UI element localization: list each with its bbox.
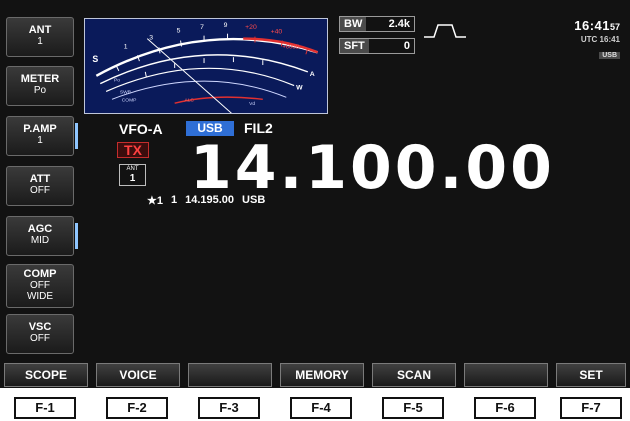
meter-tick-40: +40	[271, 29, 283, 36]
bw-label: BW	[340, 17, 367, 31]
vsc-key-value: OFF	[30, 333, 50, 344]
sft-value: 0	[403, 40, 410, 52]
sft-label: SFT	[340, 39, 369, 53]
f5-key[interactable]: F-5	[382, 397, 444, 419]
comp-key-title: COMP	[23, 268, 57, 280]
meter-po-label: Po	[114, 78, 120, 84]
preamp-key[interactable]: P.AMP 1	[6, 116, 78, 156]
voice-key[interactable]: VOICE	[96, 363, 180, 387]
f3-key[interactable]: F-3	[198, 397, 260, 419]
meter-tick-9: 9	[224, 22, 228, 29]
preamp-key-value: 1	[37, 135, 43, 146]
preamp-key-title: P.AMP	[23, 123, 57, 135]
meter-alc-label: ALC	[184, 97, 194, 103]
frequency-readout[interactable]: 14.100.00	[190, 136, 555, 200]
meter-w-label: W	[296, 85, 303, 92]
antenna-indicator: ANT 1	[119, 164, 146, 186]
memo-slot: 1	[170, 194, 178, 206]
vsc-key[interactable]: VSC OFF	[6, 314, 74, 354]
utc-time: UTC 16:41	[580, 35, 620, 44]
clock-seconds: 57	[609, 22, 620, 32]
antenna-indicator-label: ANT	[126, 166, 139, 172]
att-key[interactable]: ATT OFF	[6, 166, 74, 206]
clock-mode-tag: USB	[599, 52, 620, 59]
meter-swr-label: SWR	[120, 89, 132, 95]
meter-key-title: METER	[20, 73, 60, 85]
meter-key-value: Po	[33, 85, 47, 96]
ant-key[interactable]: ANT 1	[6, 17, 74, 57]
meter-key[interactable]: METER Po	[6, 66, 74, 106]
memo-mode: USB	[242, 194, 266, 206]
meter-a-label: A	[310, 71, 315, 78]
radio-display: ANT 1 METER Po P.AMP 1 ATT OFF AGC MID C…	[0, 0, 630, 388]
clock: 16:4157 UTC 16:41 USB	[574, 17, 620, 62]
bw-value: 2.4k	[388, 18, 410, 30]
signal-meter: S 1 3 5 7 9 +20 +40 +60dB A W SWR COMP A…	[84, 18, 328, 116]
meter-tick-1: 1	[124, 43, 128, 50]
meter-s-label: S	[92, 54, 98, 64]
f6-key[interactable]: F-6	[474, 397, 536, 419]
meter-tick-5: 5	[177, 28, 181, 35]
memo-frequency: 14.195.00	[185, 194, 235, 206]
meter-vd-label: Vd	[249, 101, 255, 107]
meter-comp-label: COMP	[122, 97, 137, 103]
vsc-key-title: VSC	[28, 321, 52, 333]
agc-key[interactable]: AGC MID	[6, 216, 78, 256]
filter-shape-icon	[424, 24, 466, 38]
ant-key-title: ANT	[28, 24, 52, 36]
antenna-indicator-number: 1	[129, 173, 136, 184]
f4-key[interactable]: F-4	[290, 397, 352, 419]
agc-key-title: AGC	[27, 223, 53, 235]
set-key[interactable]: SET	[556, 363, 626, 387]
bw-display[interactable]: BW 2.4k	[339, 16, 415, 32]
f7-key[interactable]: F-7	[560, 397, 622, 419]
sft-display[interactable]: SFT 0	[339, 38, 415, 54]
f2-key[interactable]: F-2	[106, 397, 168, 419]
comp-key[interactable]: COMP OFF WIDE	[6, 264, 74, 308]
meter-tick-20: +20	[245, 24, 257, 31]
f1-key[interactable]: F-1	[14, 397, 76, 419]
scope-key[interactable]: SCOPE	[4, 363, 88, 387]
vfo-label: VFO-A	[119, 121, 163, 137]
memo-mark: ★1	[147, 195, 163, 207]
blank-key-6[interactable]	[464, 363, 548, 387]
meter-scale: S 1 3 5 7 9 +20 +40 +60dB A W SWR COMP A…	[92, 22, 319, 116]
scan-key[interactable]: SCAN	[372, 363, 456, 387]
meter-tick-7: 7	[200, 24, 204, 31]
memory-key[interactable]: MEMORY	[280, 363, 364, 387]
meter-tick-60db: +60dB	[282, 44, 299, 50]
att-key-value: OFF	[30, 185, 50, 196]
att-key-title: ATT	[29, 173, 51, 185]
blank-key-3[interactable]	[188, 363, 272, 387]
meter-tick-3: 3	[149, 35, 153, 42]
clock-time: 16:41	[574, 18, 610, 33]
agc-key-value: MID	[30, 235, 50, 246]
comp-key-value2: WIDE	[26, 291, 54, 302]
comp-key-value: OFF	[30, 280, 50, 291]
tx-indicator: TX	[117, 142, 149, 158]
ant-key-value: 1	[37, 36, 43, 47]
memo-line: ★1 1 14.195.00 USB	[147, 194, 265, 207]
